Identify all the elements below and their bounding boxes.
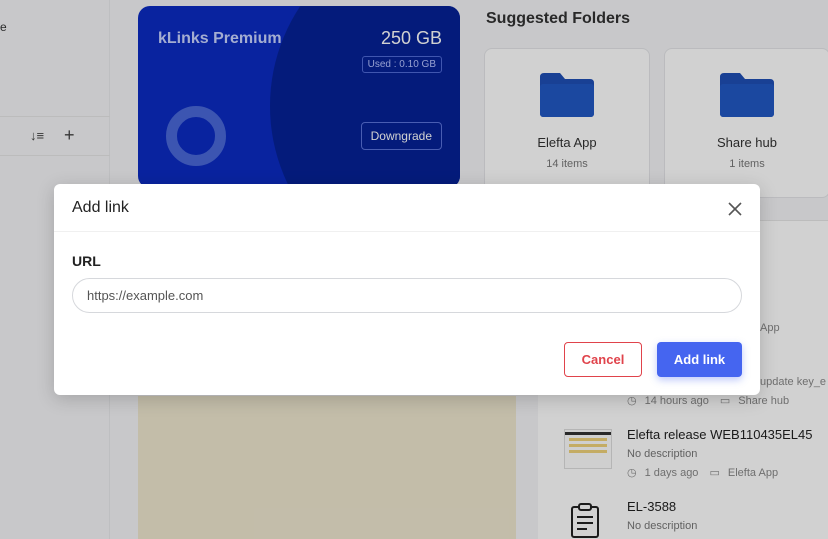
url-input[interactable] (72, 278, 742, 313)
modal-header: Add link (54, 184, 760, 232)
url-field-label: URL (72, 253, 101, 269)
close-icon (728, 202, 742, 216)
modal-title: Add link (72, 199, 129, 216)
add-link-modal: Add link URL Cancel Add link (54, 184, 760, 395)
add-link-button[interactable]: Add link (657, 342, 742, 377)
close-button[interactable] (724, 198, 746, 220)
cancel-button[interactable]: Cancel (564, 342, 642, 377)
